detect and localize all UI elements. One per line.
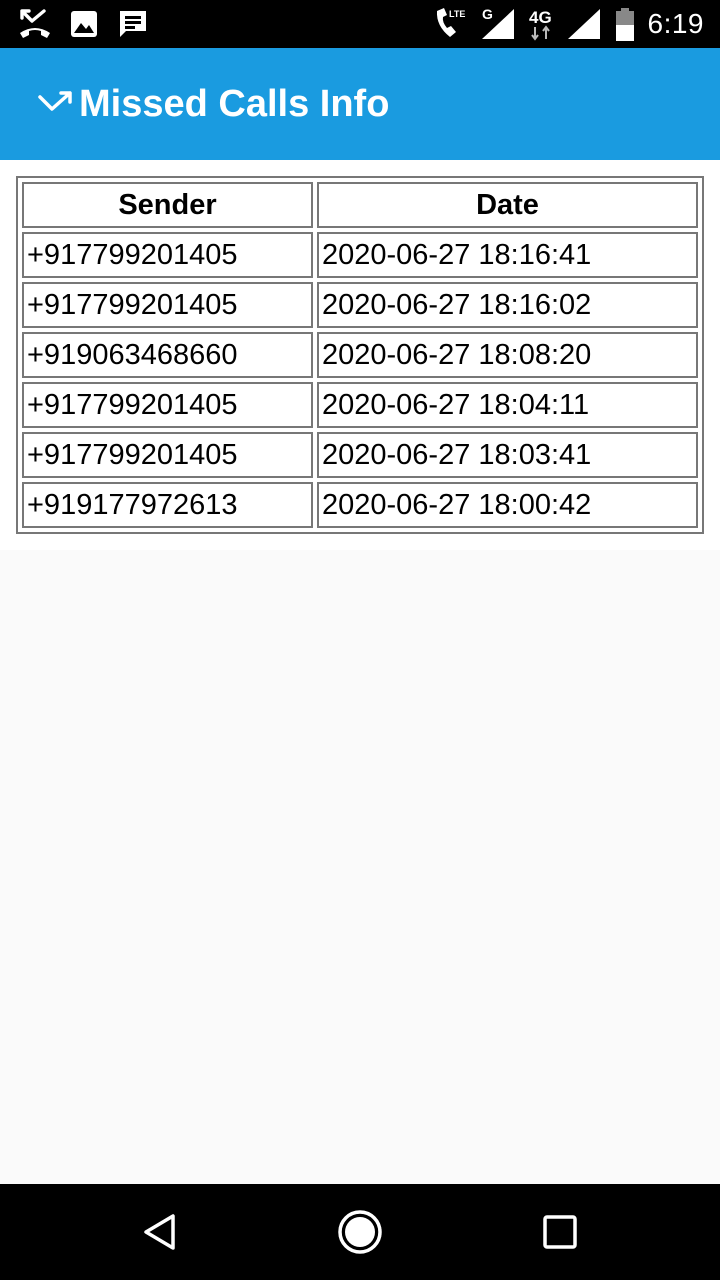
date-cell: 2020-06-27 18:16:41 xyxy=(317,232,698,278)
signal-icon xyxy=(566,0,602,48)
recents-button[interactable] xyxy=(512,1184,608,1280)
date-cell: 2020-06-27 18:16:02 xyxy=(317,282,698,328)
status-bar: LTE G 4G 6:19 xyxy=(0,0,720,48)
table-row: +917799201405 2020-06-27 18:04:11 xyxy=(22,382,698,428)
column-header-sender: Sender xyxy=(22,182,313,228)
sender-cell: +919063468660 xyxy=(22,332,313,378)
date-cell: 2020-06-27 18:04:11 xyxy=(317,382,698,428)
table-row: +919177972613 2020-06-27 18:00:42 xyxy=(22,482,698,528)
missed-call-icon xyxy=(18,0,52,48)
network-g-label: G xyxy=(482,6,493,22)
back-icon xyxy=(144,1214,175,1250)
home-icon xyxy=(338,1210,382,1254)
sender-cell: +917799201405 xyxy=(22,232,313,278)
home-button[interactable] xyxy=(312,1184,408,1280)
sender-cell: +917799201405 xyxy=(22,282,313,328)
battery-icon xyxy=(614,0,636,48)
table-row: +917799201405 2020-06-27 18:03:41 xyxy=(22,432,698,478)
message-icon xyxy=(118,0,148,48)
sender-cell: +917799201405 xyxy=(22,382,313,428)
lte-label: LTE xyxy=(449,9,465,19)
table-row: +917799201405 2020-06-27 18:16:41 xyxy=(22,232,698,278)
table-row: +919063468660 2020-06-27 18:08:20 xyxy=(22,332,698,378)
app-bar: Missed Calls Info xyxy=(0,48,720,160)
network-4g-indicator: 4G xyxy=(526,0,558,48)
table-row: +917799201405 2020-06-27 18:16:02 xyxy=(22,282,698,328)
content-area: Sender Date +917799201405 2020-06-27 18:… xyxy=(0,160,720,550)
network-4g-label: 4G xyxy=(529,8,552,27)
missed-calls-table: Sender Date +917799201405 2020-06-27 18:… xyxy=(16,176,704,534)
date-cell: 2020-06-27 18:08:20 xyxy=(317,332,698,378)
signal-icon: G xyxy=(478,0,516,48)
date-cell: 2020-06-27 18:03:41 xyxy=(317,432,698,478)
column-header-date: Date xyxy=(317,182,698,228)
image-icon xyxy=(70,0,98,48)
sender-cell: +919177972613 xyxy=(22,482,313,528)
page-title: Missed Calls Info xyxy=(79,83,390,125)
date-cell: 2020-06-27 18:00:42 xyxy=(317,482,698,528)
table-header-row: Sender Date xyxy=(22,182,698,228)
navigation-bar xyxy=(0,1184,720,1280)
wifi-call-icon: LTE xyxy=(432,0,468,48)
status-time: 6:19 xyxy=(647,8,704,39)
missed-call-arrow-icon xyxy=(37,89,75,119)
recents-icon xyxy=(543,1215,577,1249)
back-button[interactable] xyxy=(112,1184,208,1280)
sender-cell: +917799201405 xyxy=(22,432,313,478)
